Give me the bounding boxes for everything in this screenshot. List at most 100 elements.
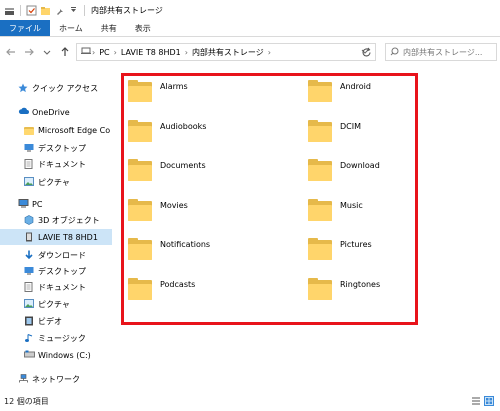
folder-label: DCIM	[340, 122, 362, 131]
folder-icon	[308, 120, 332, 142]
folder-item-android[interactable]: Android	[308, 80, 371, 102]
folder-label: Download	[340, 161, 380, 170]
sidebar-item-label: 3D オブジェクト	[38, 215, 100, 225]
search-box[interactable]	[385, 43, 497, 61]
sidebar-item-label: Windows (C:)	[38, 350, 91, 360]
search-input[interactable]	[403, 47, 493, 57]
ribbon-tabs: ファイル ホーム 共有 表示	[0, 20, 500, 37]
properties-check-icon[interactable]	[26, 5, 37, 16]
desktop-icon	[24, 266, 34, 276]
refresh-icon[interactable]	[358, 45, 374, 59]
folder-item-dcim[interactable]: DCIM	[308, 120, 361, 142]
tab-share[interactable]: 共有	[92, 20, 126, 36]
sidebar-item-desktop[interactable]: デスクトップ	[24, 263, 86, 279]
folder-label: Audiobooks	[160, 122, 207, 131]
sidebar-item-pictures[interactable]: ピクチャ	[24, 296, 70, 312]
forward-arrow-icon[interactable]	[22, 45, 36, 59]
tab-file[interactable]: ファイル	[0, 20, 50, 36]
folder-item-download[interactable]: Download	[308, 159, 380, 181]
folder-item-music[interactable]: Music	[308, 199, 363, 221]
folder-label: Alarms	[160, 82, 188, 91]
folder-label: Movies	[160, 201, 188, 210]
download-arrow-icon	[24, 250, 34, 260]
explorer-app-icon	[4, 5, 15, 16]
folder-icon	[128, 238, 152, 260]
view-toggle	[471, 396, 494, 406]
folder-item-ringtones[interactable]: Ringtones	[308, 278, 380, 300]
picture-icon	[24, 299, 34, 309]
large-icons-view-icon[interactable]	[484, 396, 494, 406]
sidebar-item-label: Microsoft Edge Co	[38, 125, 111, 135]
sidebar-item-documents[interactable]: ドキュメント	[24, 279, 86, 295]
sidebar-item-videos[interactable]: ビデオ	[24, 313, 62, 329]
folder-item-documents[interactable]: Documents	[128, 159, 206, 181]
sidebar-item-downloads[interactable]: ダウンロード	[24, 247, 86, 263]
quick-access-toolbar	[0, 4, 87, 16]
sidebar-item-label: ミュージック	[38, 333, 86, 343]
video-film-icon	[24, 316, 34, 326]
sidebar-item-quick-access[interactable]: クイック アクセス	[18, 80, 98, 96]
sidebar-item-windows-c[interactable]: Windows (C:)	[24, 347, 91, 363]
breadcrumb-chevron-icon[interactable]: ›	[268, 48, 271, 57]
sidebar-item-label: LAVIE T8 8HD1	[38, 232, 98, 242]
drive-icon	[24, 350, 35, 360]
tab-view[interactable]: 表示	[126, 20, 160, 36]
up-arrow-icon[interactable]	[58, 45, 72, 59]
sidebar-item-network[interactable]: ネットワーク	[18, 371, 80, 387]
back-arrow-icon[interactable]	[4, 45, 18, 59]
address-bar[interactable]: › PC › LAVIE T8 8HD1 › 内部共有ストレージ ›	[76, 43, 376, 61]
folder-icon	[308, 159, 332, 181]
sidebar-item-3d-objects[interactable]: 3D オブジェクト	[24, 212, 100, 228]
sidebar-item-label: デスクトップ	[38, 143, 86, 153]
breadcrumb-device[interactable]: LAVIE T8 8HD1	[121, 48, 181, 57]
item-count: 12 個の項目	[4, 397, 49, 406]
folder-label: Pictures	[340, 240, 372, 249]
sidebar-item-lavie-device[interactable]: LAVIE T8 8HD1	[0, 229, 112, 245]
folder-label: Documents	[160, 161, 206, 170]
toolbar-separator	[84, 4, 85, 16]
new-folder-icon[interactable]	[40, 5, 51, 16]
sidebar-item-label: デスクトップ	[38, 266, 86, 276]
breadcrumb-chevron-icon[interactable]: ›	[185, 48, 188, 57]
device-icon	[81, 47, 91, 57]
folder-icon	[128, 199, 152, 221]
cloud-icon	[18, 107, 29, 117]
folder-icon	[308, 199, 332, 221]
breadcrumb-chevron-icon[interactable]: ›	[92, 48, 95, 57]
folder-item-alarms[interactable]: Alarms	[128, 80, 188, 102]
cube-icon	[24, 215, 34, 225]
recent-locations-chevron-icon[interactable]	[40, 45, 54, 59]
folder-item-notifications[interactable]: Notifications	[128, 238, 210, 260]
tab-home[interactable]: ホーム	[50, 20, 92, 36]
customize-toolbar-chevron-icon[interactable]	[68, 5, 79, 16]
folder-icon	[24, 126, 34, 135]
navigation-pane: クイック アクセス OneDrive Microsoft Edge Co デスク…	[0, 66, 112, 392]
folder-item-audiobooks[interactable]: Audiobooks	[128, 120, 206, 142]
sidebar-item-label: ドキュメント	[38, 159, 86, 169]
folder-label: Podcasts	[160, 280, 196, 289]
sidebar-item-edge-collections[interactable]: Microsoft Edge Co	[24, 122, 110, 138]
sidebar-item-onedrive-pictures[interactable]: ピクチャ	[24, 174, 70, 190]
title-bar: 内部共有ストレージ	[0, 0, 500, 20]
breadcrumb-chevron-icon[interactable]: ›	[114, 48, 117, 57]
document-icon	[24, 282, 34, 292]
folder-item-pictures[interactable]: Pictures	[308, 238, 372, 260]
folder-label: Ringtones	[340, 280, 381, 289]
picture-icon	[24, 177, 34, 187]
folder-label: Notifications	[160, 240, 211, 249]
sidebar-item-onedrive[interactable]: OneDrive	[18, 104, 70, 120]
sidebar-item-onedrive-desktop[interactable]: デスクトップ	[24, 140, 86, 156]
breadcrumb-pc[interactable]: PC	[99, 48, 109, 57]
sidebar-item-label: ネットワーク	[32, 374, 80, 384]
sidebar-item-label: ダウンロード	[38, 250, 86, 260]
details-view-icon[interactable]	[471, 396, 481, 406]
folder-item-podcasts[interactable]: Podcasts	[128, 278, 195, 300]
sidebar-item-pc[interactable]: PC	[18, 196, 42, 212]
breadcrumb-storage[interactable]: 内部共有ストレージ	[192, 47, 264, 58]
folder-icon	[308, 80, 332, 102]
sidebar-item-music[interactable]: ミュージック	[24, 330, 86, 346]
search-icon	[390, 47, 399, 58]
sidebar-item-onedrive-documents[interactable]: ドキュメント	[24, 156, 86, 172]
folder-item-movies[interactable]: Movies	[128, 199, 188, 221]
pin-icon[interactable]	[54, 5, 65, 16]
